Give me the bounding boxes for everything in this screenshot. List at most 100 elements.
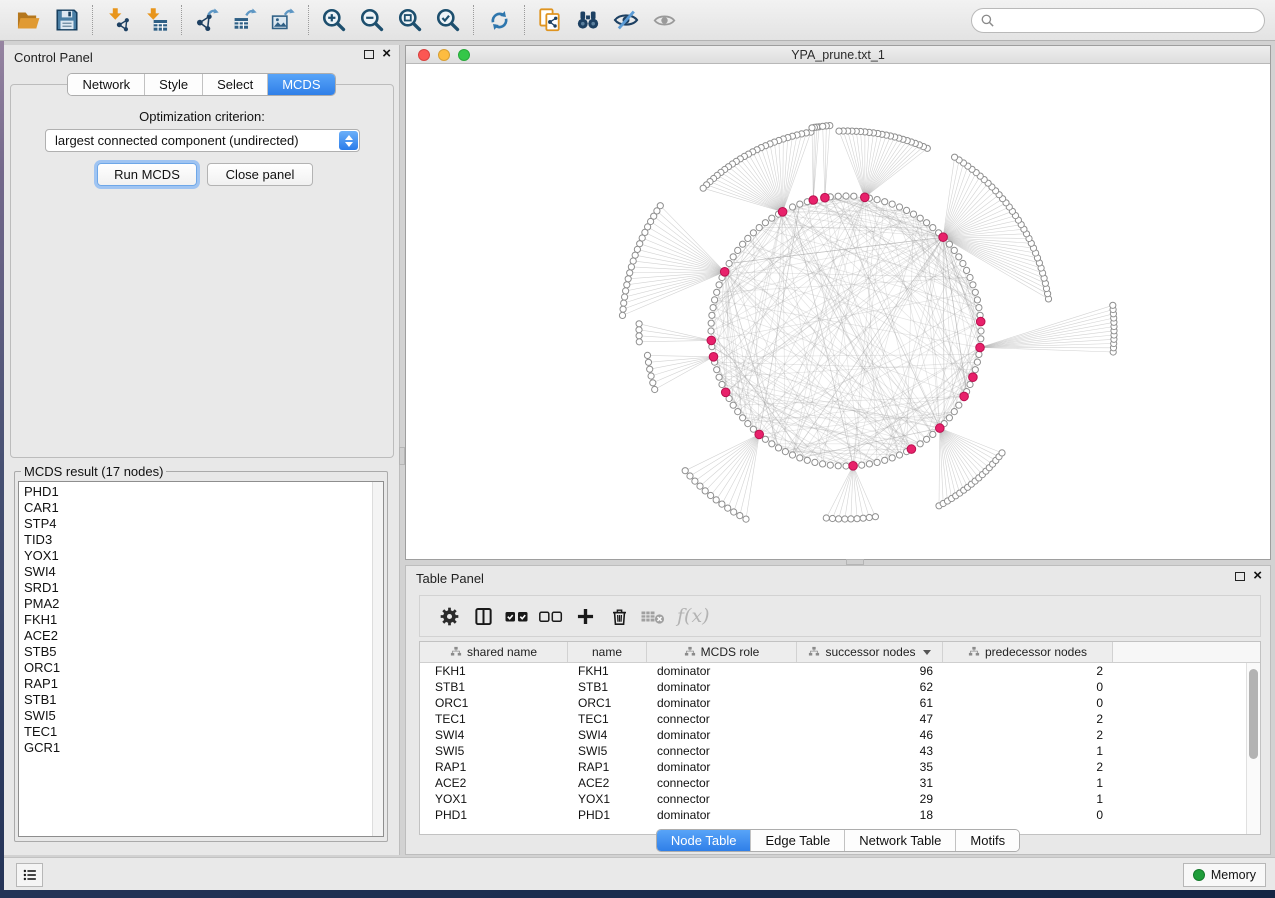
cell-shared-name[interactable]: SWI5 (420, 743, 568, 759)
cell-name[interactable]: ACE2 (568, 775, 647, 791)
mcds-result-item[interactable]: ORC1 (24, 660, 383, 676)
table-row[interactable]: TEC1 TEC1 connector 47 2 (420, 711, 1246, 727)
network-canvas[interactable] (406, 64, 1270, 559)
network-graph[interactable] (406, 64, 1270, 559)
criterion-dropdown[interactable]: largest connected component (undirected) (45, 129, 360, 152)
delete-row-icon[interactable] (603, 601, 635, 631)
cell-predecessor-nodes[interactable]: 0 (943, 807, 1113, 823)
cell-name[interactable]: STB1 (568, 679, 647, 695)
table-header-cell[interactable]: predecessor nodes (943, 642, 1113, 662)
table-panel-tab[interactable]: Node Table (657, 830, 752, 851)
mcds-result-item[interactable]: SRD1 (24, 580, 383, 596)
close-window-icon[interactable] (418, 49, 430, 61)
cell-predecessor-nodes[interactable]: 0 (943, 695, 1113, 711)
close-table-panel-icon[interactable]: × (1253, 571, 1262, 581)
cell-mcds-role[interactable]: dominator (647, 727, 797, 743)
deselect-all-icon[interactable] (535, 601, 567, 631)
refresh-icon[interactable] (480, 4, 518, 36)
float-table-panel-icon[interactable] (1235, 572, 1245, 581)
cell-successor-nodes[interactable]: 62 (797, 679, 943, 695)
table-settings-icon[interactable] (433, 601, 465, 631)
table-row[interactable]: SWI4 SWI4 dominator 46 2 (420, 727, 1246, 743)
mcds-result-item[interactable]: PHD1 (24, 484, 383, 500)
cell-mcds-role[interactable]: dominator (647, 695, 797, 711)
delete-table-icon[interactable] (637, 601, 669, 631)
cell-successor-nodes[interactable]: 31 (797, 775, 943, 791)
table-panel-tab[interactable]: Motifs (956, 830, 1019, 851)
zoom-selected-icon[interactable] (429, 4, 467, 36)
cell-name[interactable]: SWI5 (568, 743, 647, 759)
cell-predecessor-nodes[interactable]: 2 (943, 759, 1113, 775)
cell-name[interactable]: TEC1 (568, 711, 647, 727)
cell-successor-nodes[interactable]: 35 (797, 759, 943, 775)
control-panel-tab[interactable]: Select (203, 74, 268, 95)
table-row[interactable]: YOX1 YOX1 connector 29 1 (420, 791, 1246, 807)
mcds-result-item[interactable]: STB5 (24, 644, 383, 660)
add-row-icon[interactable] (569, 601, 601, 631)
cell-name[interactable]: SWI4 (568, 727, 647, 743)
memory-button[interactable]: Memory (1183, 863, 1266, 887)
cell-mcds-role[interactable]: connector (647, 743, 797, 759)
cell-shared-name[interactable]: PHD1 (420, 807, 568, 823)
cell-shared-name[interactable]: FKH1 (420, 663, 568, 679)
table-header-cell[interactable] (1113, 642, 1260, 662)
close-panel-button[interactable]: Close panel (207, 163, 313, 186)
cell-name[interactable]: RAP1 (568, 759, 647, 775)
cell-predecessor-nodes[interactable]: 2 (943, 727, 1113, 743)
cell-shared-name[interactable]: RAP1 (420, 759, 568, 775)
save-session-icon[interactable] (48, 4, 86, 36)
search-input[interactable] (971, 8, 1265, 33)
cell-successor-nodes[interactable]: 43 (797, 743, 943, 759)
cell-mcds-role[interactable]: connector (647, 791, 797, 807)
cell-mcds-role[interactable]: dominator (647, 679, 797, 695)
open-session-icon[interactable] (10, 4, 48, 36)
cell-predecessor-nodes[interactable]: 1 (943, 775, 1113, 791)
mcds-result-item[interactable]: RAP1 (24, 676, 383, 692)
zoom-fit-icon[interactable] (391, 4, 429, 36)
mcds-list-scrollbar[interactable] (372, 482, 383, 836)
cell-mcds-role[interactable]: dominator (647, 663, 797, 679)
cell-name[interactable]: FKH1 (568, 663, 647, 679)
mcds-result-item[interactable]: PMA2 (24, 596, 383, 612)
table-row[interactable]: PHD1 PHD1 dominator 18 0 (420, 807, 1246, 823)
table-header-cell[interactable]: name (568, 642, 647, 662)
cell-shared-name[interactable]: ORC1 (420, 695, 568, 711)
task-history-button[interactable] (16, 863, 43, 887)
table-row[interactable]: FKH1 FKH1 dominator 96 2 (420, 663, 1246, 679)
cell-successor-nodes[interactable]: 61 (797, 695, 943, 711)
export-image-icon[interactable] (264, 4, 302, 36)
zoom-in-icon[interactable] (315, 4, 353, 36)
table-row[interactable]: ACE2 ACE2 connector 31 1 (420, 775, 1246, 791)
cell-shared-name[interactable]: STB1 (420, 679, 568, 695)
cell-name[interactable]: YOX1 (568, 791, 647, 807)
cell-mcds-role[interactable]: dominator (647, 807, 797, 823)
export-network-icon[interactable] (188, 4, 226, 36)
cell-shared-name[interactable]: SWI4 (420, 727, 568, 743)
table-scrollbar-thumb[interactable] (1249, 669, 1258, 759)
mcds-result-item[interactable]: STP4 (24, 516, 383, 532)
search-network-icon[interactable] (569, 4, 607, 36)
hide-glyphs-icon[interactable] (607, 4, 645, 36)
cell-mcds-role[interactable]: dominator (647, 759, 797, 775)
maximize-window-icon[interactable] (458, 49, 470, 61)
mcds-result-item[interactable]: STB1 (24, 692, 383, 708)
show-columns-icon[interactable] (467, 601, 499, 631)
cell-shared-name[interactable]: TEC1 (420, 711, 568, 727)
table-row[interactable]: SWI5 SWI5 connector 43 1 (420, 743, 1246, 759)
float-panel-icon[interactable] (364, 50, 374, 59)
mcds-result-item[interactable]: GCR1 (24, 740, 383, 756)
table-header-cell[interactable]: successor nodes (797, 642, 943, 662)
vertical-splitter-handle[interactable] (399, 447, 405, 465)
cell-successor-nodes[interactable]: 46 (797, 727, 943, 743)
zoom-out-icon[interactable] (353, 4, 391, 36)
mcds-result-item[interactable]: YOX1 (24, 548, 383, 564)
cell-predecessor-nodes[interactable]: 0 (943, 679, 1113, 695)
run-mcds-button[interactable]: Run MCDS (97, 163, 197, 186)
control-panel-tab[interactable]: Style (145, 74, 203, 95)
minimize-window-icon[interactable] (438, 49, 450, 61)
table-panel-tab[interactable]: Edge Table (751, 830, 845, 851)
table-row[interactable]: STB1 STB1 dominator 62 0 (420, 679, 1246, 695)
mcds-result-item[interactable]: ACE2 (24, 628, 383, 644)
cell-name[interactable]: ORC1 (568, 695, 647, 711)
table-header-cell[interactable]: MCDS role (647, 642, 797, 662)
